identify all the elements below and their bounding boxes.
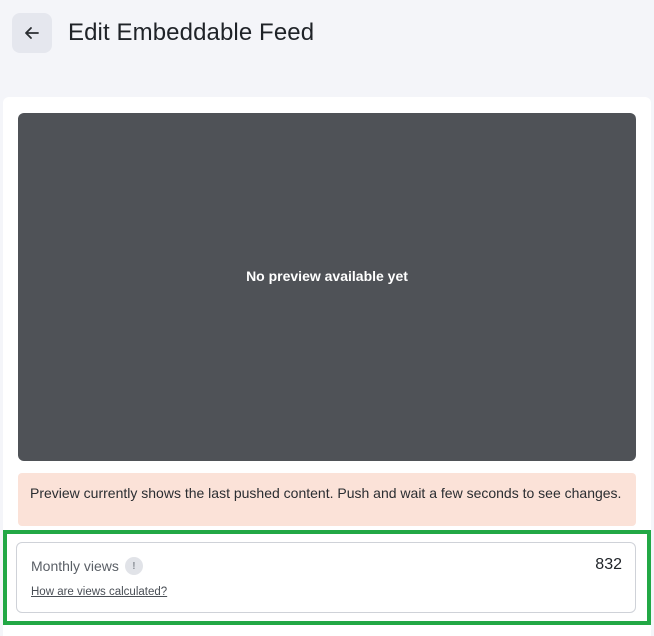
- monthly-views-panel: Monthly views ! 832 How are views calcul…: [16, 542, 636, 613]
- monthly-views-label: Monthly views: [31, 558, 119, 574]
- back-button[interactable]: [12, 13, 52, 53]
- preview-notice-text: Preview currently shows the last pushed …: [30, 485, 622, 501]
- preview-empty-text: No preview available yet: [246, 268, 408, 284]
- info-icon[interactable]: !: [124, 557, 143, 575]
- page-header: Edit Embeddable Feed: [12, 13, 314, 53]
- page-title: Edit Embeddable Feed: [68, 19, 315, 46]
- views-calculation-link[interactable]: How are views calculated?: [31, 586, 167, 598]
- feed-preview: No preview available yet: [18, 113, 636, 461]
- arrow-left-icon: [25, 27, 39, 39]
- monthly-views-value: 832: [595, 556, 622, 573]
- preview-notice: Preview currently shows the last pushed …: [18, 473, 636, 526]
- monthly-views-label-row: Monthly views !: [31, 557, 143, 575]
